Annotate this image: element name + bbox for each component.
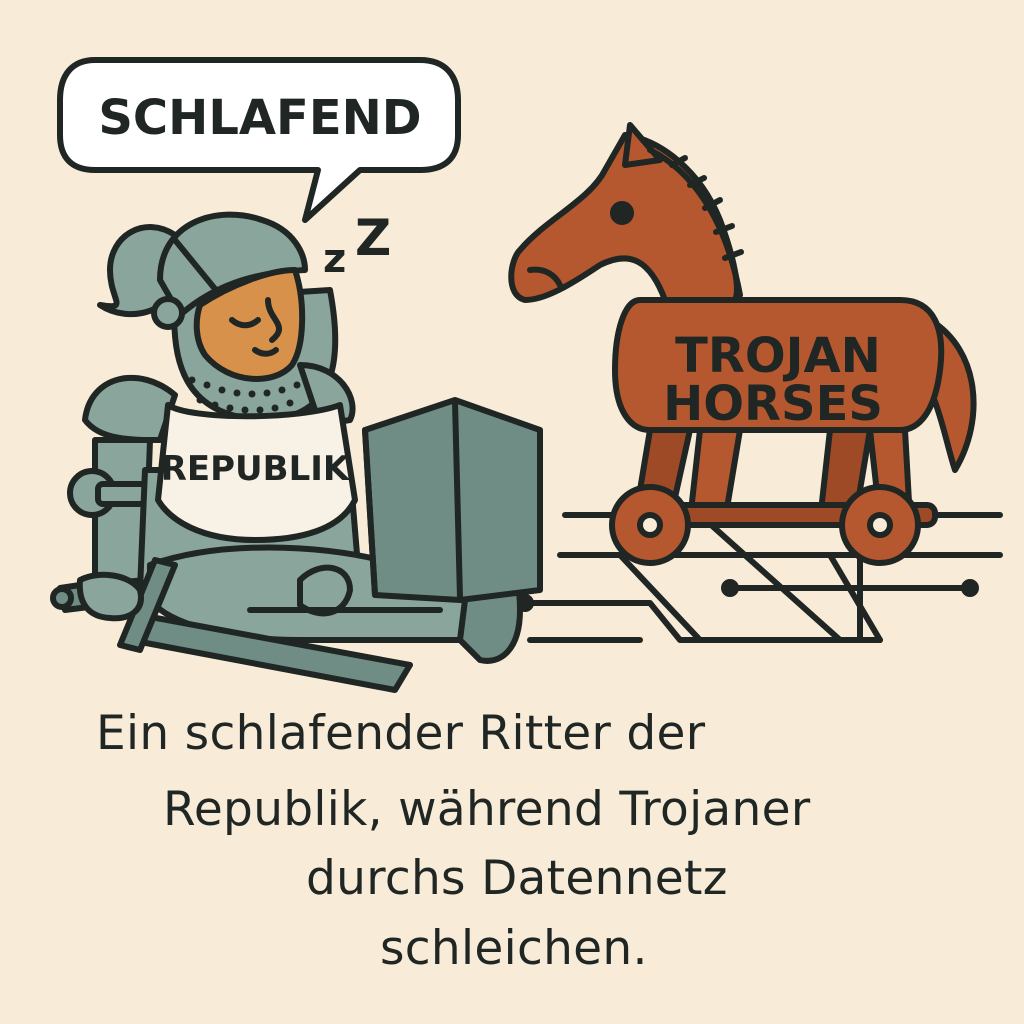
snore-zzz: z Z bbox=[323, 209, 391, 282]
cartoon-scene: TROJAN HORSES SCHLAFEND z Z REPUBLIK bbox=[50, 57, 1003, 693]
snore-z-small: z bbox=[323, 236, 346, 282]
data-network-lines bbox=[516, 512, 1003, 643]
trojan-horse: TROJAN HORSES bbox=[508, 122, 977, 566]
snore-z-big: Z bbox=[355, 209, 391, 267]
speech-bubble-text: SCHLAFEND bbox=[98, 90, 421, 146]
knight-shirt-label: REPUBLIK bbox=[161, 449, 351, 489]
speech-bubble: SCHLAFEND bbox=[57, 57, 461, 223]
horse-label-line2: HORSES bbox=[663, 376, 883, 432]
illustration: TROJAN HORSES SCHLAFEND z Z REPUBLIK Ein… bbox=[0, 0, 1024, 1024]
sleeping-knight: REPUBLIK bbox=[50, 211, 543, 693]
